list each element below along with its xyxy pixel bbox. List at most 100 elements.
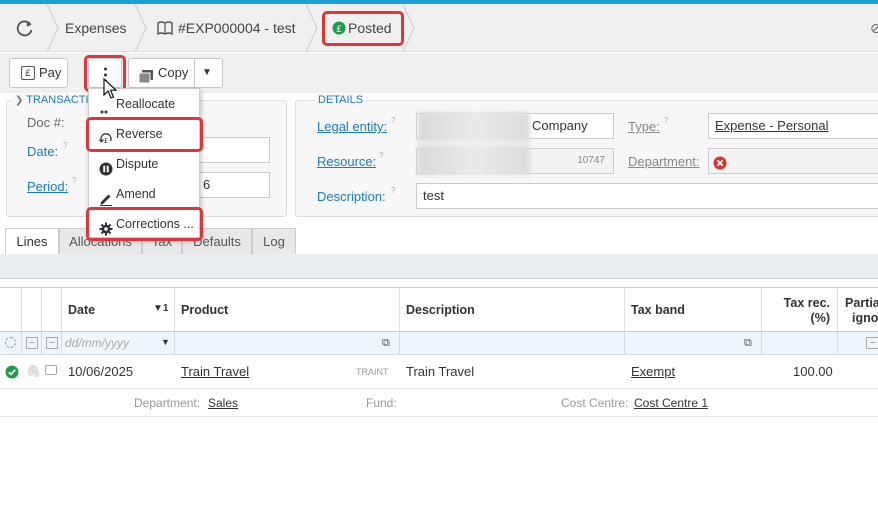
department-label: Department: (628, 154, 700, 169)
filter-partial-cell[interactable]: – (838, 332, 878, 355)
open-external-icon[interactable]: ⧉ (744, 337, 752, 350)
mouse-cursor-icon (103, 77, 119, 100)
type-field[interactable]: Expense - Personal (708, 113, 878, 139)
breadcrumb-expenses[interactable]: Expenses (65, 4, 126, 52)
document-reference: #EXP000004 - test (178, 20, 296, 36)
legal-entity-value: Company (532, 118, 588, 133)
breadcrumb-separator (305, 3, 319, 53)
copy-split-divider (194, 59, 195, 87)
sub-department-label: Department: (134, 396, 201, 410)
description-field[interactable]: test (416, 183, 878, 209)
date-field[interactable] (196, 137, 270, 163)
doc-number-label: Doc #: (27, 115, 65, 130)
minus-box-icon: – (866, 337, 878, 349)
help-icon: ? (63, 141, 68, 150)
dashed-circle-icon (5, 337, 16, 348)
filter-note-cell[interactable]: – (42, 332, 62, 355)
menu-item-label: Reallocate (116, 97, 176, 111)
grid-header-partial[interactable]: Partia igno (838, 288, 878, 332)
tax-rec-column-label: Tax rec. (783, 296, 830, 310)
sub-fund-label: Fund: (366, 396, 397, 410)
sub-department-link[interactable]: Sales (208, 389, 238, 417)
filter-date-cell[interactable]: dd/mm/yyyy ▼ (62, 332, 175, 355)
help-icon: ? (391, 186, 396, 195)
filter-attach-cell[interactable]: – (22, 332, 42, 355)
collapse-chevron-icon: ❯ (15, 95, 24, 106)
date-label: Date: (27, 144, 59, 159)
copy-button[interactable]: Copy ▼ (128, 58, 223, 88)
grid-header-tax-rec[interactable]: Tax rec. (%) (762, 288, 838, 332)
help-icon: ? (664, 116, 669, 125)
grid-header-attach (22, 288, 42, 332)
description-value: test (423, 188, 444, 203)
department-field[interactable] (708, 148, 878, 174)
reverse-highlight-box (86, 117, 203, 152)
period-label[interactable]: Period: (27, 179, 68, 194)
link-icon[interactable]: ⊘ (870, 4, 878, 52)
error-icon (713, 154, 727, 170)
menu-item-dispute[interactable]: Dispute (89, 149, 201, 179)
filter-tax-rec-cell[interactable] (762, 332, 838, 355)
row-tax-band-link[interactable]: Exempt (631, 355, 675, 389)
tax-rec-unit-label: (%) (810, 311, 830, 325)
legal-entity-label[interactable]: Legal entity: (317, 119, 387, 134)
chevron-down-icon[interactable]: ▼ (202, 59, 212, 87)
paperclip-icon[interactable]: 🖇 (26, 364, 41, 378)
transaction-legend-label: TRANSACTIO (26, 94, 98, 106)
filter-status-cell[interactable] (0, 332, 22, 355)
filter-row: – – dd/mm/yyyy ▼ ⧉ ⧉ – (0, 332, 878, 355)
pause-circle-icon (99, 157, 113, 176)
tab-content-bar (0, 254, 878, 279)
transaction-legend[interactable]: ❯ TRANSACTIO (12, 94, 101, 106)
row-description: Train Travel (406, 364, 475, 379)
breadcrumb-separator (46, 3, 60, 53)
chevron-down-icon[interactable]: ▼ (161, 337, 170, 347)
partial-column-label: Partia (845, 296, 878, 310)
filter-description-cell[interactable] (400, 332, 625, 355)
sub-cost-centre-link[interactable]: Cost Centre 1 (634, 389, 708, 417)
book-icon (157, 4, 173, 52)
help-icon: ? (391, 116, 396, 125)
row-product-link[interactable]: Train Travel (181, 355, 249, 389)
description-label: Description: (317, 189, 386, 204)
minus-box-icon: – (26, 337, 38, 349)
type-value: Expense - Personal (715, 118, 829, 133)
menu-item-amend[interactable]: Amend (89, 179, 201, 209)
filter-tax-band-cell[interactable]: ⧉ (625, 332, 762, 355)
grid-header-date[interactable]: Date ▼1 (62, 288, 175, 332)
date-filter-placeholder: dd/mm/yyyy (65, 336, 130, 350)
copy-button-label: Copy (158, 65, 189, 80)
table-row[interactable]: 🖇 10/06/2025 Train Travel TRAINT Train T… (0, 355, 878, 389)
filter-product-cell[interactable]: ⧉ (175, 332, 400, 355)
row-analysis-details: Department: Sales Fund: Cost Centre: Cos… (0, 389, 878, 417)
comment-icon[interactable] (45, 365, 57, 375)
redacted-legal-entity (418, 112, 530, 142)
row-tax-rec: 100.00 (793, 364, 833, 379)
pay-button-label: Pay (39, 65, 62, 80)
menu-item-label: Dispute (116, 157, 159, 171)
tab-log[interactable]: Log (252, 228, 296, 254)
status-highlight-box (322, 11, 404, 46)
period-value: 6 (203, 177, 211, 192)
grid-header-product[interactable]: Product (175, 288, 400, 332)
grid-header-tax-band[interactable]: Tax band (625, 288, 762, 332)
help-icon: ? (72, 176, 77, 185)
tax-band-column-label: Tax band (631, 303, 685, 317)
breadcrumb-separator (402, 3, 416, 53)
corrections-highlight-box (86, 207, 203, 241)
grid-header-status (0, 288, 22, 332)
period-field[interactable]: 6 (196, 172, 270, 198)
resource-label[interactable]: Resource: (317, 154, 376, 169)
sort-desc-icon: ▼1 (153, 303, 169, 314)
copy-icon (138, 66, 154, 84)
grid-header-description[interactable]: Description (400, 288, 625, 332)
redacted-resource (418, 145, 530, 175)
pay-button[interactable]: £ Pay (9, 58, 68, 88)
open-external-icon[interactable]: ⧉ (382, 337, 390, 350)
pen-icon (99, 187, 113, 206)
product-column-label: Product (181, 303, 229, 317)
refresh-icon[interactable] (16, 4, 34, 52)
help-icon: ? (379, 151, 384, 160)
tab-lines[interactable]: Lines (5, 228, 59, 254)
check-circle-icon (5, 365, 19, 379)
